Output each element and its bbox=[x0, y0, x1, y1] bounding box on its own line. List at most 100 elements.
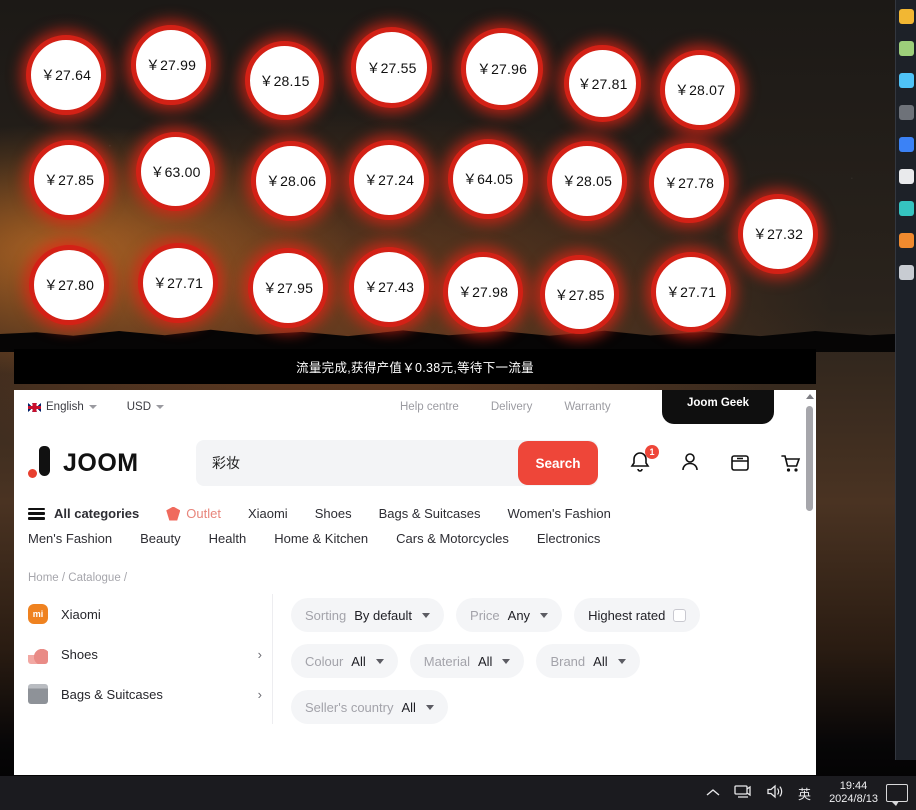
action-center-icon[interactable] bbox=[886, 784, 908, 806]
orders-box-icon[interactable] bbox=[728, 450, 752, 476]
dock-app-2[interactable] bbox=[898, 41, 914, 56]
chevron-down-icon bbox=[617, 658, 626, 664]
chevron-down-icon bbox=[156, 405, 164, 409]
nav-item-home-kitchen[interactable]: Home & Kitchen bbox=[274, 531, 368, 546]
notification-badge: 1 bbox=[645, 445, 659, 459]
nav-item-shoes[interactable]: Shoes bbox=[315, 506, 352, 521]
network-icon[interactable] bbox=[734, 784, 752, 802]
price-bubble: ￥27.85 bbox=[540, 255, 619, 334]
delivery-link[interactable]: Delivery bbox=[491, 401, 533, 413]
page-scrollbar[interactable] bbox=[803, 390, 816, 775]
chevron-down-icon bbox=[425, 704, 434, 710]
price-bubble: ￥27.98 bbox=[443, 252, 523, 332]
filter-colour[interactable]: Colour All bbox=[291, 644, 398, 678]
price-bubble: ￥27.85 bbox=[29, 140, 109, 220]
joom-browser-window: English USD Help centre Delivery Warrant… bbox=[14, 390, 816, 775]
filter-sellers-country-value: All bbox=[401, 699, 416, 715]
filter-material-value: All bbox=[478, 653, 493, 669]
filter-panel: Sorting By default Price Any Highest rat… bbox=[291, 594, 802, 724]
scroll-up-arrow-icon[interactable] bbox=[805, 394, 814, 399]
filter-colour-value: All bbox=[351, 653, 366, 669]
price-bubble: ￥27.78 bbox=[649, 143, 729, 223]
price-bubble: ￥27.43 bbox=[349, 247, 429, 327]
nav-item-mens-fashion[interactable]: Men's Fashion bbox=[28, 531, 112, 546]
chevron-down-icon bbox=[422, 612, 431, 618]
price-bubble: ￥27.32 bbox=[738, 194, 818, 274]
chevron-right-icon: › bbox=[257, 646, 262, 662]
nav-item-bags-suitcases[interactable]: Bags & Suitcases bbox=[379, 506, 481, 521]
sidebar-item-bags-suitcases[interactable]: Bags & Suitcases › bbox=[28, 674, 262, 714]
price-bubble: ￥28.06 bbox=[251, 141, 331, 221]
nav-item-xiaomi[interactable]: Xiaomi bbox=[248, 506, 288, 521]
filter-brand[interactable]: Brand All bbox=[536, 644, 640, 678]
hamburger-icon bbox=[28, 507, 45, 520]
system-tray: 英 bbox=[706, 784, 821, 803]
search-area: ✕ Search bbox=[196, 440, 598, 486]
filter-colour-label: Colour bbox=[305, 653, 344, 669]
dock-app-7[interactable] bbox=[898, 201, 914, 216]
joom-geek-tab[interactable]: Joom Geek bbox=[662, 390, 774, 424]
ime-language-indicator[interactable]: 英 bbox=[798, 784, 811, 803]
language-selector[interactable]: English bbox=[28, 401, 97, 413]
price-bubble: ￥27.55 bbox=[351, 27, 432, 108]
nav-item-beauty[interactable]: Beauty bbox=[140, 531, 180, 546]
search-button[interactable]: Search bbox=[518, 441, 598, 485]
show-hidden-icons-chevron-icon[interactable] bbox=[706, 786, 720, 801]
clock-date: 2024/8/13 bbox=[829, 793, 878, 805]
dock-app-6[interactable] bbox=[898, 169, 914, 184]
uk-flag-icon bbox=[28, 402, 41, 412]
filter-sellers-country-label: Seller's country bbox=[305, 699, 394, 715]
dock-app-4[interactable] bbox=[898, 105, 914, 120]
breadcrumb-catalogue[interactable]: Catalogue bbox=[68, 572, 120, 584]
nav-item-health[interactable]: Health bbox=[209, 531, 247, 546]
dock-app-1[interactable] bbox=[898, 9, 914, 24]
dock-app-9[interactable] bbox=[898, 265, 914, 280]
scrollbar-thumb[interactable] bbox=[806, 406, 813, 511]
chevron-down-icon bbox=[375, 658, 384, 664]
joom-mark-icon bbox=[28, 446, 52, 480]
price-bubble: ￥28.07 bbox=[660, 50, 740, 130]
breadcrumb-home[interactable]: Home bbox=[28, 572, 59, 584]
filter-sorting[interactable]: Sorting By default bbox=[291, 598, 445, 632]
volume-icon[interactable] bbox=[766, 784, 784, 802]
help-centre-link[interactable]: Help centre bbox=[400, 401, 459, 413]
filter-material[interactable]: Material All bbox=[409, 644, 525, 678]
warranty-link[interactable]: Warranty bbox=[564, 401, 610, 413]
nav-item-electronics[interactable]: Electronics bbox=[537, 531, 601, 546]
nav-item-womens-fashion[interactable]: Women's Fashion bbox=[507, 506, 610, 521]
filter-sorting-value: By default bbox=[354, 607, 413, 623]
all-categories-button[interactable]: All categories bbox=[28, 506, 139, 521]
outlet-label: Outlet bbox=[186, 506, 221, 521]
sidebar-item-shoes[interactable]: Shoes › bbox=[28, 634, 262, 674]
account-person-icon[interactable] bbox=[678, 450, 702, 476]
dock-app-3[interactable] bbox=[898, 73, 914, 88]
currency-selector[interactable]: USD bbox=[127, 401, 164, 413]
filter-row-1: Sorting By default Price Any Highest rat… bbox=[291, 598, 802, 632]
content-body: mi Xiaomi Shoes › Bags & Suitcases › Sor… bbox=[14, 584, 816, 724]
joom-logo[interactable]: JOOM bbox=[28, 446, 180, 480]
dock-app-5[interactable] bbox=[898, 137, 914, 152]
chevron-down-icon bbox=[88, 405, 97, 409]
notifications-bell-icon[interactable]: 1 bbox=[628, 445, 659, 476]
dock-app-8[interactable] bbox=[898, 233, 914, 248]
app-dock-strip bbox=[895, 0, 916, 760]
price-bubble: ￥63.00 bbox=[136, 132, 215, 211]
bag-icon bbox=[28, 684, 48, 704]
nav-item-cars-motorcycles[interactable]: Cars & Motorcycles bbox=[396, 531, 509, 546]
sidebar-item-xiaomi[interactable]: mi Xiaomi bbox=[28, 594, 262, 634]
filter-sellers-country[interactable]: Seller's country All bbox=[291, 690, 448, 724]
category-nav-row-1: All categories Outlet Xiaomi Shoes Bags … bbox=[14, 502, 816, 521]
highest-rated-checkbox[interactable] bbox=[673, 608, 687, 622]
filter-price[interactable]: Price Any bbox=[456, 598, 563, 632]
taskbar-clock[interactable]: 19:44 2024/8/13 bbox=[821, 780, 886, 806]
cart-icon[interactable] bbox=[778, 450, 802, 476]
breadcrumb: Home / Catalogue / bbox=[14, 546, 816, 584]
sidebar-label-shoes: Shoes bbox=[61, 646, 98, 662]
filter-highest-rated[interactable]: Highest rated bbox=[574, 598, 701, 632]
language-label: English bbox=[46, 401, 84, 413]
price-bubble: ￥27.24 bbox=[349, 140, 429, 220]
header-icons: 1 bbox=[614, 445, 802, 476]
all-categories-label: All categories bbox=[54, 506, 140, 521]
nav-item-outlet[interactable]: Outlet bbox=[166, 506, 221, 521]
price-bubble: ￥27.64 bbox=[26, 35, 106, 115]
